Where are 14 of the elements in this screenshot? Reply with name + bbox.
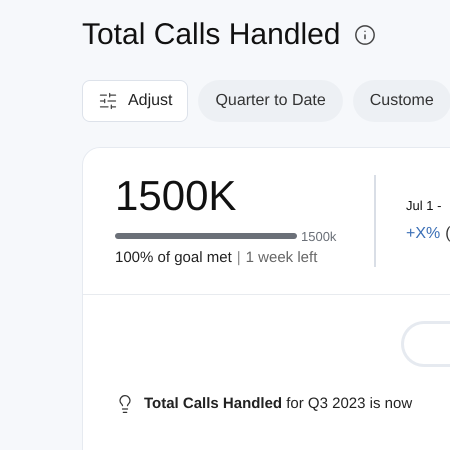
filter-chip[interactable]: Quarter to Date: [198, 80, 343, 122]
separator: |: [236, 248, 241, 268]
page-title: Total Calls Handled: [82, 17, 340, 53]
time-left: 1 week left: [246, 248, 318, 268]
date-range: Jul 1 -: [406, 197, 442, 216]
adjust-button[interactable]: Adjust: [82, 80, 188, 122]
change-value: +X%: [406, 224, 440, 244]
insight-text: Total Calls Handled for Q3 2023 is now: [144, 394, 412, 414]
goal-label: 1500k: [301, 228, 336, 246]
info-icon[interactable]: [354, 24, 376, 46]
sliders-icon: [98, 91, 118, 111]
goal-status: 100% of goal met: [115, 248, 232, 268]
filter-chip[interactable]: Custome: [352, 80, 450, 122]
metric-value: 1500K: [115, 172, 238, 218]
